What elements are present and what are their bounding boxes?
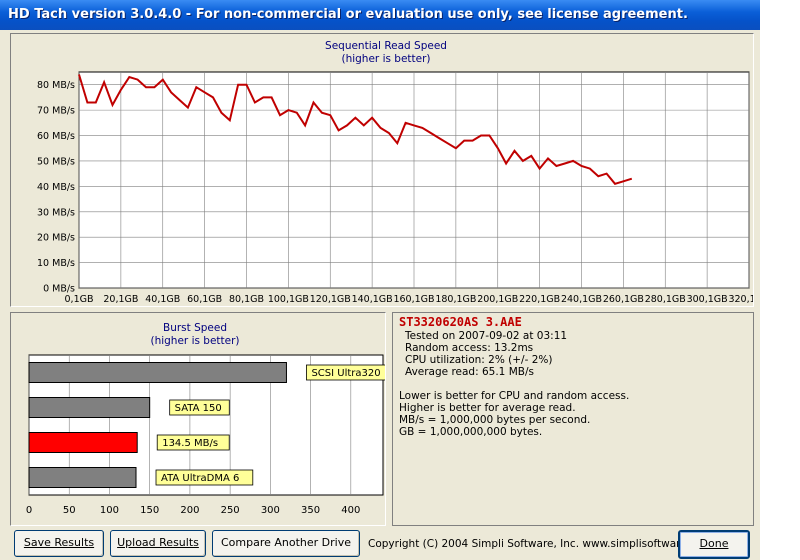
save-results-label: Save Results: [23, 536, 95, 549]
read-x-tick-label: 280,1GB: [645, 294, 686, 305]
read-x-tick-label: 300,1GB: [687, 294, 728, 305]
burst-bar: [28, 432, 138, 453]
read-y-tick-label: 60 MB/s: [37, 131, 75, 142]
compare-drive-button[interactable]: Compare Another Drive: [212, 530, 360, 557]
upload-results-button[interactable]: Upload Results: [110, 530, 206, 557]
read-speed-chart: Sequential Read Speed (higher is better)…: [37, 40, 753, 305]
upload-results-label: Upload Results: [117, 536, 199, 549]
read-x-tick-label: 200,1GB: [477, 294, 518, 305]
note-lower-better: Lower is better for CPU and random acces…: [399, 390, 630, 402]
read-y-tick-label: 40 MB/s: [37, 182, 75, 193]
burst-speed-chart: Burst Speed (higher is better) SCSI Ultr…: [26, 322, 385, 516]
burst-x-tick-label: 150: [140, 505, 159, 516]
read-x-tick-label: 160,1GB: [393, 294, 434, 305]
read-chart-subtitle: (higher is better): [341, 53, 430, 65]
read-x-tick-label: 180,1GB: [435, 294, 476, 305]
burst-chart-panel: Burst Speed (higher is better) SCSI Ultr…: [10, 312, 386, 526]
drive-name: ST3320620AS 3.AAE: [399, 315, 522, 329]
burst-x-tick-label: 300: [261, 505, 280, 516]
burst-bar: [28, 362, 287, 383]
read-x-tick-label: 120,1GB: [310, 294, 351, 305]
window-title: HD Tach version 3.0.4.0 - For non-commer…: [8, 7, 688, 22]
save-results-button[interactable]: Save Results: [14, 530, 104, 557]
read-y-tick-label: 0 MB/s: [43, 284, 75, 295]
cpu-utilization: CPU utilization: 2% (+/- 2%): [405, 354, 553, 366]
burst-x-tick-label: 100: [100, 505, 119, 516]
note-higher-better: Higher is better for average read.: [399, 402, 576, 414]
burst-bar-label: 134.5 MB/s: [162, 438, 218, 449]
read-chart-title: Sequential Read Speed: [325, 40, 447, 52]
average-read: Average read: 65.1 MB/s: [405, 366, 534, 378]
note-gb-definition: GB = 1,000,000,000 bytes.: [399, 426, 543, 438]
read-x-tick-label: 80,1GB: [229, 294, 264, 305]
burst-bar-label: SATA 150: [175, 403, 222, 414]
read-x-tick-label: 220,1GB: [519, 294, 560, 305]
read-x-tick-label: 40,1GB: [145, 294, 180, 305]
read-x-tick-label: 140,1GB: [352, 294, 393, 305]
read-y-tick-label: 50 MB/s: [37, 156, 75, 167]
read-x-tick-label: 320,1GB: [728, 294, 753, 305]
read-y-tick-label: 80 MB/s: [37, 80, 75, 91]
done-button[interactable]: Done: [678, 530, 750, 559]
note-mb-definition: MB/s = 1,000,000 bytes per second.: [399, 414, 591, 426]
read-y-tick-label: 70 MB/s: [37, 106, 75, 117]
burst-bar: [28, 397, 151, 418]
random-access: Random access: 13.2ms: [405, 342, 534, 354]
title-bar[interactable]: HD Tach version 3.0.4.0 - For non-commer…: [0, 0, 760, 30]
hdtach-window: HD Tach version 3.0.4.0 - For non-commer…: [0, 0, 760, 560]
burst-x-tick-label: 50: [63, 505, 76, 516]
read-x-tick-label: 60,1GB: [187, 294, 222, 305]
burst-x-tick-label: 350: [301, 505, 320, 516]
burst-x-tick-label: 250: [221, 505, 240, 516]
burst-x-tick-label: 0: [26, 505, 32, 516]
read-x-tick-label: 260,1GB: [603, 294, 644, 305]
read-chart-panel: Sequential Read Speed (higher is better)…: [10, 33, 754, 307]
copyright-text: Copyright (C) 2004 Simpli Software, Inc.…: [368, 538, 713, 550]
burst-bar-label: SCSI Ultra320: [311, 368, 380, 379]
compare-drive-label: Compare Another Drive: [220, 536, 352, 549]
done-label: Done: [699, 537, 729, 550]
tested-on: Tested on 2007-09-02 at 03:11: [405, 330, 568, 342]
drive-info-panel: ST3320620AS 3.AAE Tested on 2007-09-02 a…: [392, 312, 754, 526]
read-x-tick-label: 0,1GB: [65, 294, 94, 305]
burst-bar-label: ATA UltraDMA 6: [161, 473, 239, 484]
burst-x-tick-label: 400: [341, 505, 360, 516]
read-x-tick-label: 240,1GB: [561, 294, 602, 305]
read-y-tick-label: 20 MB/s: [37, 233, 75, 244]
read-x-tick-label: 20,1GB: [103, 294, 138, 305]
read-y-tick-label: 30 MB/s: [37, 207, 75, 218]
read-y-tick-label: 10 MB/s: [37, 258, 75, 269]
read-x-tick-label: 100,1GB: [268, 294, 309, 305]
burst-chart-title: Burst Speed: [163, 322, 227, 334]
burst-bar: [28, 467, 137, 488]
burst-x-tick-label: 200: [180, 505, 199, 516]
burst-chart-subtitle: (higher is better): [150, 335, 239, 347]
